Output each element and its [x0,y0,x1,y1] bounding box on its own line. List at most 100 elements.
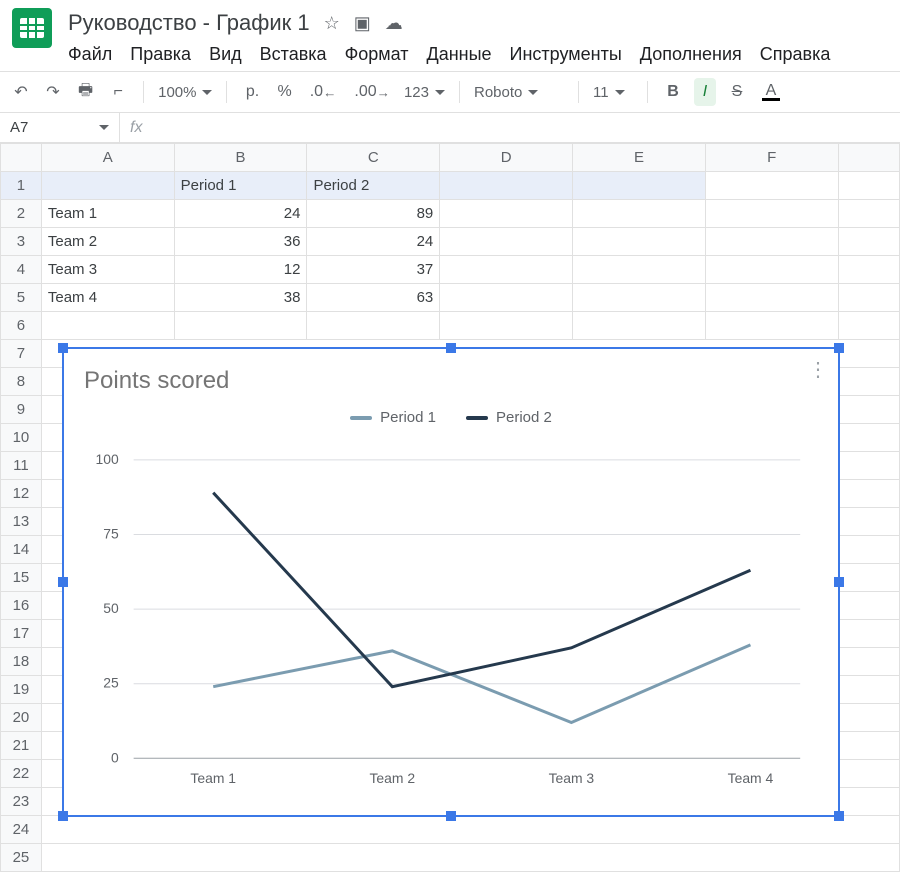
cell[interactable] [41,844,899,872]
row-header[interactable]: 14 [1,536,42,564]
col-header-a[interactable]: A [41,144,174,172]
cell[interactable] [440,172,573,200]
cell[interactable] [573,228,706,256]
cell[interactable] [41,816,899,844]
row-header[interactable]: 2 [1,200,42,228]
resize-handle[interactable] [834,343,844,353]
increase-decimals-button[interactable]: .00→ [350,78,394,106]
cell[interactable] [705,172,838,200]
cell[interactable] [573,284,706,312]
cell[interactable]: Team 4 [41,284,174,312]
cell[interactable] [41,172,174,200]
row-header[interactable]: 21 [1,732,42,760]
cell[interactable] [573,312,706,340]
format-currency-button[interactable]: р. [241,78,263,106]
move-icon[interactable]: ▣ [354,13,371,34]
cell[interactable] [838,312,899,340]
row-header[interactable]: 10 [1,424,42,452]
row-header[interactable]: 9 [1,396,42,424]
cell[interactable]: Team 2 [41,228,174,256]
chart-menu-icon[interactable]: ⋮ [808,357,828,382]
row-header[interactable]: 7 [1,340,42,368]
cell[interactable] [174,312,307,340]
cell[interactable] [705,200,838,228]
print-button[interactable]: 🖶 [74,78,97,106]
row-header[interactable]: 20 [1,704,42,732]
font-family-select[interactable]: Roboto [474,84,564,101]
cell[interactable]: Period 2 [307,172,440,200]
row-header[interactable]: 13 [1,508,42,536]
name-box[interactable]: A7 [0,113,120,142]
row-header[interactable]: 19 [1,676,42,704]
cell[interactable] [838,284,899,312]
menu-tools[interactable]: Инструменты [510,44,622,65]
decrease-decimals-button[interactable]: .0← [306,78,341,106]
cell[interactable] [440,256,573,284]
row-header[interactable]: 1 [1,172,42,200]
embedded-chart[interactable]: ⋮ Points scored Period 1 Period 2 0 25 5… [62,347,840,817]
number-format-select[interactable]: 123 [404,84,445,101]
cell[interactable]: Team 1 [41,200,174,228]
zoom-select[interactable]: 100% [158,84,212,101]
cell[interactable] [41,312,174,340]
cell[interactable] [705,312,838,340]
menu-edit[interactable]: Правка [130,44,191,65]
cell[interactable] [705,228,838,256]
cell[interactable]: 37 [307,256,440,284]
cell[interactable]: 12 [174,256,307,284]
resize-handle[interactable] [58,343,68,353]
strikethrough-button[interactable]: S [726,78,748,106]
row-header[interactable]: 11 [1,452,42,480]
cell[interactable] [440,312,573,340]
cell[interactable] [838,200,899,228]
menu-addons[interactable]: Дополнения [640,44,742,65]
select-all-corner[interactable] [1,144,42,172]
col-header-e[interactable]: E [573,144,706,172]
col-header-d[interactable]: D [440,144,573,172]
resize-handle[interactable] [446,811,456,821]
cell[interactable] [307,312,440,340]
row-header[interactable]: 3 [1,228,42,256]
row-header[interactable]: 17 [1,620,42,648]
resize-handle[interactable] [446,343,456,353]
cell[interactable] [838,256,899,284]
row-header[interactable]: 25 [1,844,42,872]
cell[interactable] [705,284,838,312]
redo-button[interactable]: ↷ [42,78,64,106]
col-header-c[interactable]: C [307,144,440,172]
document-title[interactable]: Руководство - График 1 [68,10,310,36]
row-header[interactable]: 23 [1,788,42,816]
cell[interactable]: 89 [307,200,440,228]
formula-bar[interactable] [152,118,900,137]
row-header[interactable]: 8 [1,368,42,396]
text-color-button[interactable]: A [758,78,784,106]
resize-handle[interactable] [834,811,844,821]
cell[interactable]: 24 [307,228,440,256]
row-header[interactable]: 4 [1,256,42,284]
cell[interactable] [838,172,899,200]
cell[interactable] [573,200,706,228]
menu-format[interactable]: Формат [345,44,409,65]
menu-help[interactable]: Справка [760,44,831,65]
cell[interactable] [705,256,838,284]
menu-data[interactable]: Данные [427,44,492,65]
cell[interactable] [838,228,899,256]
font-size-select[interactable]: 11 [593,84,633,101]
paint-format-button[interactable]: ⌐ [107,78,129,106]
cell[interactable]: 38 [174,284,307,312]
menu-file[interactable]: Файл [68,44,112,65]
cell[interactable] [440,284,573,312]
undo-button[interactable]: ↶ [10,78,32,106]
cell[interactable]: Team 3 [41,256,174,284]
row-header[interactable]: 16 [1,592,42,620]
col-header-b[interactable]: B [174,144,307,172]
cell[interactable] [573,256,706,284]
row-header[interactable]: 6 [1,312,42,340]
cell[interactable]: 36 [174,228,307,256]
star-icon[interactable]: ☆ [324,13,340,34]
italic-button[interactable]: I [694,78,716,106]
cell[interactable] [440,200,573,228]
cell[interactable]: 24 [174,200,307,228]
col-header-extra[interactable] [838,144,899,172]
format-percent-button[interactable]: % [273,78,295,106]
